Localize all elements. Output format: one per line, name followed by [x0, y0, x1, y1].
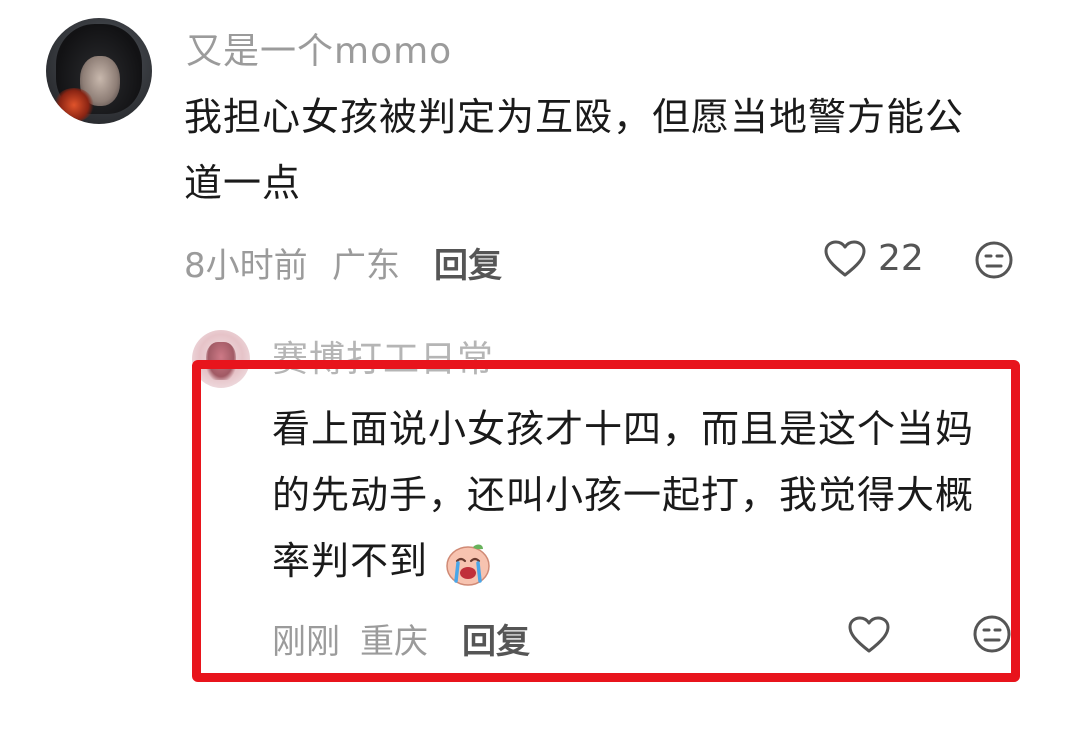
- comment-text-line: 我担心女孩被判定为互殴，但愿当地警方能公: [184, 95, 965, 139]
- comment-username[interactable]: 又是一个momo: [186, 22, 452, 74]
- comment-location: 广东: [332, 246, 400, 286]
- reply-avatar[interactable]: [192, 330, 250, 388]
- like-count: 22: [878, 238, 924, 279]
- avatar-ember: [54, 88, 94, 122]
- reply-text-line-last: 率判不到: [272, 528, 1014, 594]
- reply-text-line: 的先动手，还叫小孩一起打，我觉得大概: [272, 473, 975, 517]
- reply-text-segment: 率判不到: [272, 539, 429, 583]
- reply-body-clip: 看上面说小女孩才十四，而且是这个当妈 的先动手，还叫小孩一起打，我觉得大概 率判…: [272, 396, 1014, 596]
- comment-time: 8小时前: [184, 246, 308, 286]
- avatar[interactable]: [46, 18, 152, 124]
- reply-username[interactable]: 赛博打工日常: [272, 330, 494, 382]
- crying-face-emoji-icon: [446, 544, 490, 586]
- reply-time: 刚刚: [272, 622, 340, 662]
- comment-text-line: 道一点: [184, 161, 302, 205]
- dislike-face-icon[interactable]: [974, 240, 1014, 280]
- reply-location: 重庆: [360, 622, 428, 662]
- comment-thread: 又是一个momo 我担心女孩被判定为互殴，但愿当地警方能公 道一点 8小时前 广…: [0, 0, 1080, 750]
- heart-icon[interactable]: [824, 240, 866, 278]
- heart-icon[interactable]: [848, 616, 890, 654]
- reply-body: 看上面说小女孩才十四，而且是这个当妈 的先动手，还叫小孩一起打，我觉得大概 率判…: [272, 396, 1014, 594]
- dislike-face-icon[interactable]: [972, 614, 1012, 654]
- reply-avatar-figure: [206, 342, 236, 380]
- reply-text-line: 看上面说小女孩才十四，而且是这个当妈: [272, 407, 975, 451]
- reply-button[interactable]: 回复: [434, 238, 502, 287]
- reply-reply-button[interactable]: 回复: [462, 614, 530, 663]
- comment-body: 我担心女孩被判定为互殴，但愿当地警方能公 道一点: [184, 84, 1044, 216]
